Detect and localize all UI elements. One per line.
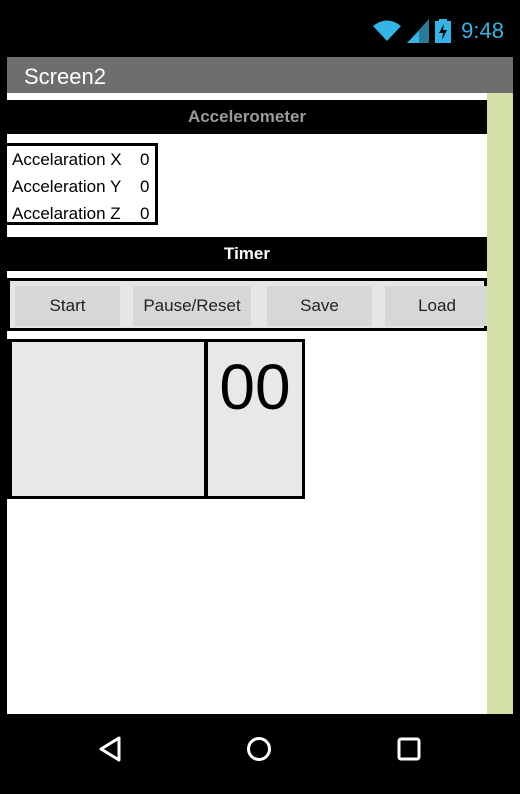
accelerometer-readings: Accelaration X 0 Acceleration Y 0 Accela…	[7, 143, 158, 225]
status-icons: 9:48	[373, 18, 504, 44]
status-bar: 9:48	[0, 0, 520, 56]
navigation-bar	[0, 714, 520, 794]
title-bar: Screen2	[7, 57, 513, 93]
save-button[interactable]: Save	[267, 286, 372, 326]
accel-x-row: Accelaration X 0	[12, 150, 149, 170]
drawing-canvas[interactable]	[7, 339, 207, 499]
accel-z-label: Accelaration Z	[12, 204, 121, 223]
accel-y-value: 0	[140, 177, 150, 196]
accel-x-label: Accelaration X	[12, 150, 122, 169]
timer-counter-value: 00	[219, 351, 291, 423]
accel-y-row: Acceleration Y 0	[12, 177, 149, 197]
wifi-icon	[373, 20, 402, 41]
signal-icon	[407, 19, 430, 43]
load-button[interactable]: Load	[385, 286, 489, 326]
side-strip	[487, 93, 513, 714]
accelerometer-header: Accelerometer	[7, 100, 487, 134]
accel-z-value: 0	[140, 204, 150, 223]
start-button[interactable]: Start	[15, 286, 120, 326]
home-icon[interactable]	[246, 736, 272, 762]
screen-title: Screen2	[24, 64, 106, 89]
clock: 9:48	[461, 18, 504, 43]
back-icon[interactable]	[98, 736, 122, 762]
screen-content: Accelerometer Accelaration X 0 Accelerat…	[7, 93, 513, 714]
recents-icon[interactable]	[397, 736, 421, 762]
timer-counter: 00	[205, 339, 305, 499]
battery-charging-icon	[435, 19, 452, 43]
pause-reset-button[interactable]: Pause/Reset	[133, 286, 251, 326]
accel-z-row: Accelaration Z 0	[12, 204, 149, 224]
timer-header: Timer	[7, 237, 487, 271]
accel-y-label: Acceleration Y	[12, 177, 122, 196]
timer-button-row: Start Pause/Reset Save Load	[7, 278, 489, 331]
accel-x-value: 0	[140, 150, 150, 169]
